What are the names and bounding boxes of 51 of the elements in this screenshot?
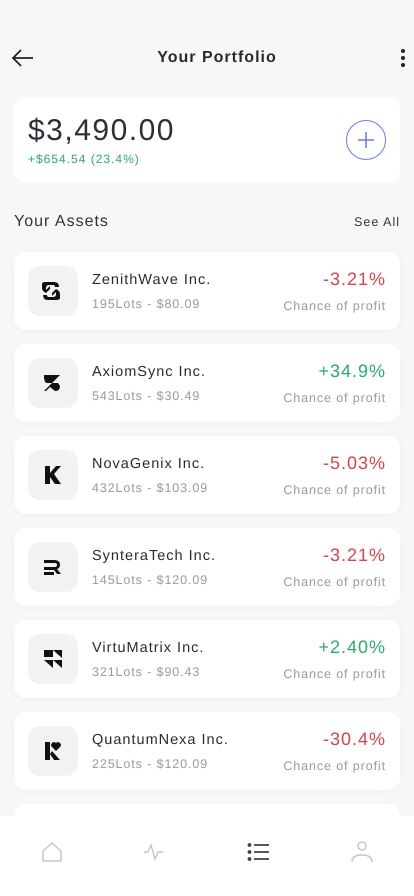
plus-icon bbox=[357, 131, 375, 149]
percent-change: -3.21% bbox=[322, 269, 386, 290]
list-icon bbox=[246, 840, 271, 864]
section-title: Your Assets bbox=[14, 213, 109, 231]
profit-caption: Chance of profit bbox=[283, 483, 386, 497]
lots-price: 225Lots - $120.09 bbox=[92, 756, 210, 770]
balance-amount: $3,490.00 bbox=[28, 114, 175, 148]
asset-card[interactable]: NovaGenix Inc. 432Lots - $103.09 -5.03% Chance of profit bbox=[14, 436, 400, 514]
profit-caption: Chance of profit bbox=[283, 667, 386, 681]
company-logo bbox=[28, 450, 78, 500]
back-button[interactable] bbox=[12, 48, 34, 66]
company-name: VirtuMatrix Inc. bbox=[92, 640, 206, 656]
nav-tab[interactable] bbox=[246, 840, 271, 864]
lots-price: 321Lots - $90.43 bbox=[92, 664, 202, 678]
company-name: QuantumNexa Inc. bbox=[92, 732, 230, 748]
company-name: SynteraTech Inc. bbox=[92, 548, 217, 564]
company-logo bbox=[28, 726, 78, 776]
balance-change: +$654.54 (23.4%) bbox=[28, 152, 141, 166]
lots-price: 145Lots - $120.09 bbox=[92, 572, 210, 586]
profit-caption: Chance of profit bbox=[283, 575, 386, 589]
asset-card[interactable]: SynteraTech Inc. 145Lots - $120.09 -3.21% Chance of profit bbox=[14, 528, 400, 606]
home-icon bbox=[40, 840, 64, 864]
company-logo bbox=[28, 358, 78, 408]
add-button[interactable] bbox=[346, 120, 386, 160]
lots-price: 195Lots - $80.09 bbox=[92, 296, 202, 310]
company-name: AxiomSync Inc. bbox=[92, 364, 207, 380]
company-name: NovaGenix Inc. bbox=[92, 456, 206, 472]
percent-change: -5.03% bbox=[322, 453, 386, 474]
see-all-link[interactable]: See All bbox=[354, 215, 400, 229]
back-arrow-icon bbox=[12, 48, 34, 66]
profit-caption: Chance of profit bbox=[283, 299, 386, 313]
profit-caption: Chance of profit bbox=[283, 759, 386, 773]
asset-card[interactable]: QuantumNexa Inc. 225Lots - $120.09 -30.4% Chance of profit bbox=[14, 712, 400, 790]
profit-caption: Chance of profit bbox=[283, 391, 386, 405]
percent-change: +34.9% bbox=[317, 361, 386, 382]
more-icon bbox=[400, 48, 406, 68]
company-logo bbox=[28, 542, 78, 592]
percent-change: -30.4% bbox=[322, 729, 386, 750]
asset-card[interactable]: ZenithWave Inc. 195Lots - $80.09 -3.21% Chance of profit bbox=[14, 252, 400, 330]
more-button[interactable] bbox=[400, 48, 406, 68]
asset-card[interactable]: VirtuMatrix Inc. 321Lots - $90.43 +2.40% Chance of profit bbox=[14, 620, 400, 698]
company-name: ZenithWave Inc. bbox=[92, 272, 212, 288]
page-title: Your Portfolio bbox=[157, 48, 277, 66]
company-logo bbox=[28, 266, 78, 316]
lots-price: 432Lots - $103.09 bbox=[92, 480, 210, 494]
asset-card[interactable]: AxiomSync Inc. 543Lots - $30.49 +34.9% Chance of profit bbox=[14, 344, 400, 422]
company-logo bbox=[28, 634, 78, 684]
percent-change: -3.21% bbox=[322, 545, 386, 566]
person-icon bbox=[350, 840, 374, 864]
lots-price: 543Lots - $30.49 bbox=[92, 388, 202, 402]
percent-change: +2.40% bbox=[317, 637, 386, 658]
